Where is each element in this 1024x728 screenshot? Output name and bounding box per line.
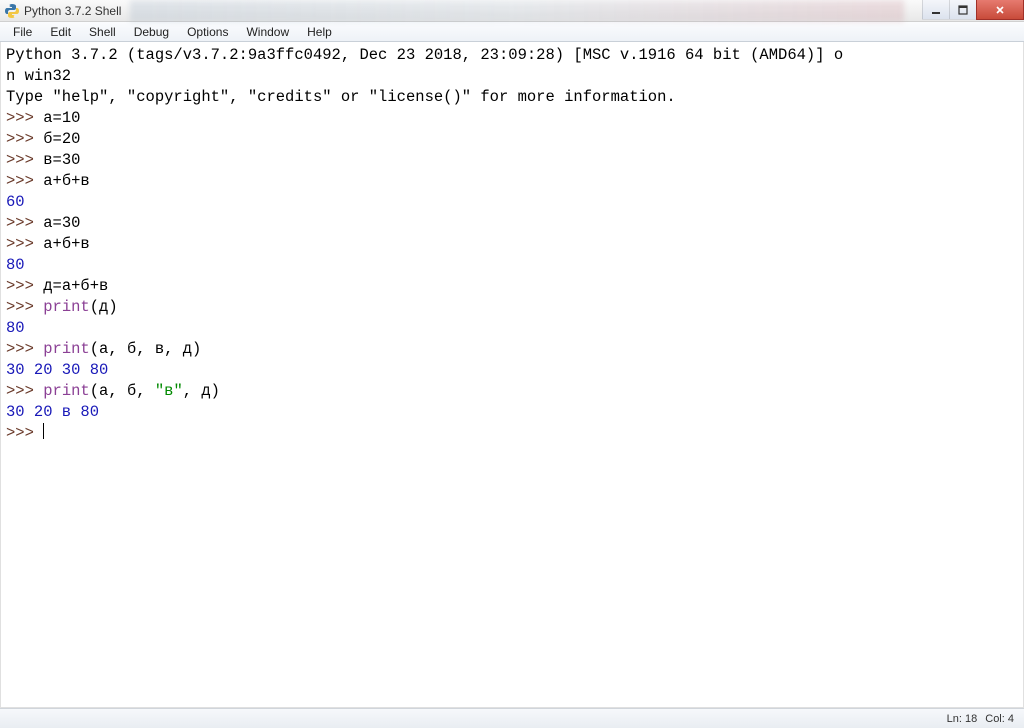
menu-debug[interactable]: Debug [125, 23, 178, 41]
keyword-print: print [43, 382, 90, 400]
menu-bar: File Edit Shell Debug Options Window Hel… [0, 22, 1024, 42]
input-line: а=30 [43, 214, 80, 232]
status-line: Ln: 18 [947, 713, 978, 725]
prompt: >>> [6, 109, 34, 127]
prompt: >>> [6, 151, 34, 169]
window-button-group [923, 0, 1024, 20]
keyword-print: print [43, 340, 90, 358]
print-args-post: , д) [183, 382, 220, 400]
input-line: д=а+б+в [43, 277, 108, 295]
print-args-pre: (а, б, [90, 382, 155, 400]
menu-options[interactable]: Options [178, 23, 237, 41]
banner-line: n win32 [6, 67, 71, 85]
output-line: 80 [6, 256, 25, 274]
python-idle-icon [4, 3, 20, 19]
background-blur [130, 0, 904, 22]
prompt: >>> [6, 130, 34, 148]
menu-edit[interactable]: Edit [41, 23, 80, 41]
output-line: 30 20 в 80 [6, 403, 99, 421]
string-literal: "в" [155, 382, 183, 400]
shell-text[interactable]: Python 3.7.2 (tags/v3.7.2:9a3ffc0492, De… [1, 42, 1023, 707]
prompt: >>> [6, 214, 34, 232]
prompt: >>> [6, 340, 34, 358]
shell-area: Python 3.7.2 (tags/v3.7.2:9a3ffc0492, De… [0, 42, 1024, 708]
output-line: 30 20 30 80 [6, 361, 108, 379]
print-args: (д) [90, 298, 118, 316]
close-button[interactable] [976, 0, 1024, 20]
print-args: (а, б, в, д) [90, 340, 202, 358]
window-title: Python 3.7.2 Shell [24, 4, 121, 18]
input-line: в=30 [43, 151, 80, 169]
prompt: >>> [6, 172, 34, 190]
menu-window[interactable]: Window [237, 23, 298, 41]
prompt: >>> [6, 298, 34, 316]
output-line: 80 [6, 319, 25, 337]
minimize-button[interactable] [922, 0, 950, 20]
prompt: >>> [6, 424, 34, 442]
input-line: а+б+в [43, 172, 90, 190]
input-line: а+б+в [43, 235, 90, 253]
output-line: 60 [6, 193, 25, 211]
maximize-button[interactable] [949, 0, 977, 20]
menu-file[interactable]: File [4, 23, 41, 41]
banner-line: Type "help", "copyright", "credits" or "… [6, 88, 676, 106]
text-cursor [43, 423, 44, 439]
input-line: а=10 [43, 109, 80, 127]
prompt: >>> [6, 382, 34, 400]
status-col: Col: 4 [985, 713, 1014, 725]
input-line: б=20 [43, 130, 80, 148]
menu-shell[interactable]: Shell [80, 23, 125, 41]
menu-help[interactable]: Help [298, 23, 341, 41]
prompt: >>> [6, 235, 34, 253]
keyword-print: print [43, 298, 90, 316]
status-bar: Ln: 18 Col: 4 [0, 708, 1024, 728]
prompt: >>> [6, 277, 34, 295]
window-titlebar: Python 3.7.2 Shell [0, 0, 1024, 22]
banner-line: Python 3.7.2 (tags/v3.7.2:9a3ffc0492, De… [6, 46, 843, 64]
